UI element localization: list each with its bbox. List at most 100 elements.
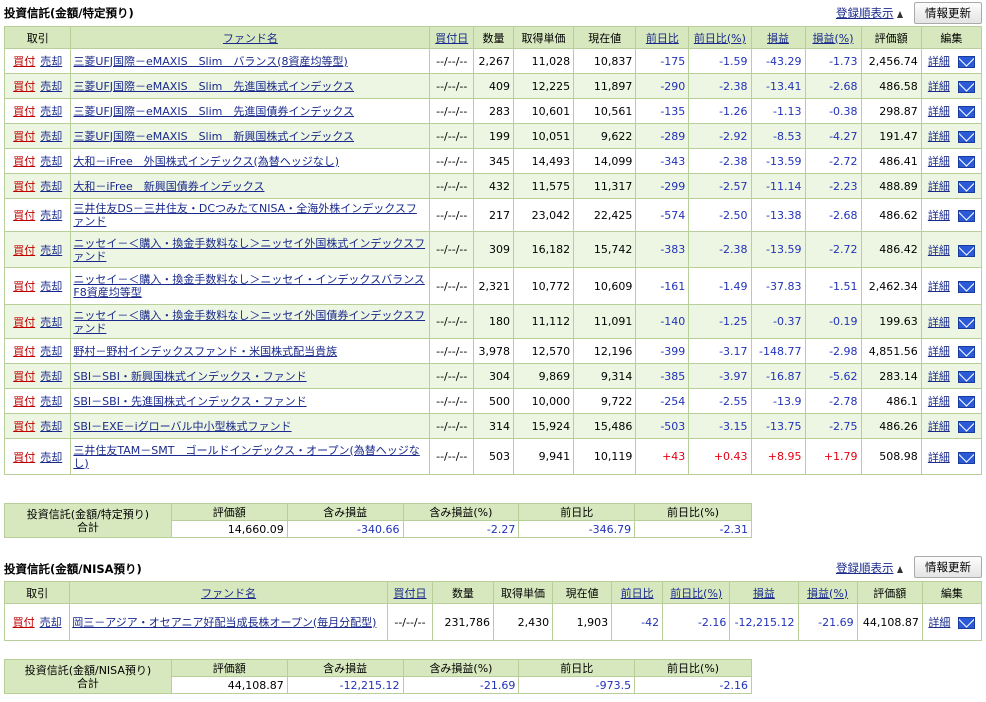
detail-link[interactable]: 詳細	[928, 55, 950, 68]
day-change-pct: -2.57	[688, 173, 752, 199]
buy-link[interactable]: 買付	[13, 345, 35, 358]
fund-name-link[interactable]: 大和－iFree 外国株式インデックス(為替ヘッジなし)	[73, 155, 339, 168]
sell-link[interactable]: 売却	[40, 244, 62, 257]
col-header-fund-name[interactable]: ファンド名	[70, 26, 431, 49]
buy-link[interactable]: 買付	[13, 209, 35, 222]
sell-link[interactable]: 売却	[40, 155, 62, 168]
mail-icon[interactable]	[957, 396, 975, 408]
mail-icon[interactable]	[957, 210, 975, 222]
detail-link[interactable]: 詳細	[928, 420, 950, 433]
mail-icon[interactable]	[957, 106, 975, 118]
mail-icon[interactable]	[957, 421, 975, 433]
fund-name-link[interactable]: ニッセイ－＜購入・換金手数料なし＞ニッセイ外国債券インデックスファンド	[73, 309, 425, 335]
sell-link[interactable]: 売却	[40, 370, 62, 383]
buy-link[interactable]: 買付	[13, 55, 35, 68]
sell-link[interactable]: 売却	[40, 80, 62, 93]
detail-link[interactable]: 詳細	[928, 130, 950, 143]
fund-name-link[interactable]: 三菱UFJ国際－eMAXIS Slim バランス(8資産均等型)	[73, 55, 347, 68]
fund-name-link[interactable]: SBI－SBI・先進国株式インデックス・ファンド	[73, 395, 306, 408]
detail-link[interactable]: 詳細	[928, 395, 950, 408]
fund-name-link[interactable]: ニッセイ－＜購入・換金手数料なし＞ニッセイ・インデックスバランスF8資産均等型	[73, 273, 424, 299]
sell-link[interactable]: 売却	[40, 105, 62, 118]
col-header-profit-pct[interactable]: 損益(%)	[804, 26, 862, 49]
buy-link[interactable]: 買付	[13, 180, 35, 193]
col-header-fund-name[interactable]: ファンド名	[69, 581, 389, 604]
fund-name-link[interactable]: SBI－EXE－iグローバル中小型株式ファンド	[73, 420, 291, 433]
sort-link-label[interactable]: 登録順表示	[836, 6, 894, 20]
sell-link[interactable]: 売却	[40, 395, 62, 408]
fund-name-link[interactable]: 三菱UFJ国際－eMAXIS Slim 先進国債券インデックス	[73, 105, 354, 118]
detail-link[interactable]: 詳細	[928, 244, 950, 257]
mail-icon[interactable]	[957, 346, 975, 358]
col-header-day-change-pct[interactable]: 前日比(%)	[662, 581, 731, 604]
fund-name-link[interactable]: 三菱UFJ国際－eMAXIS Slim 先進国株式インデックス	[73, 80, 354, 93]
section1-sort-link[interactable]: 登録順表示	[836, 5, 903, 21]
mail-icon[interactable]	[957, 281, 975, 293]
buy-link[interactable]: 買付	[13, 155, 35, 168]
detail-link[interactable]: 詳細	[928, 316, 950, 329]
detail-link[interactable]: 詳細	[928, 345, 950, 358]
fund-name-link[interactable]: 三井住友DS－三井住友・DCつみたてNISA・全海外株インデックスファンド	[73, 202, 416, 228]
mail-icon[interactable]	[957, 451, 975, 464]
mail-icon[interactable]	[957, 81, 975, 93]
fund-name-link[interactable]: 野村－野村インデックスファンド・米国株式配当貴族	[73, 345, 337, 358]
fund-name-link[interactable]: 岡三－アジア・オセアニア好配当成長株オープン(毎月分配型)	[72, 616, 376, 629]
mail-icon[interactable]	[958, 617, 976, 629]
mail-icon[interactable]	[957, 371, 975, 383]
col-header-buy-date[interactable]: 買付日	[387, 581, 433, 604]
detail-link[interactable]: 詳細	[928, 180, 950, 193]
sell-link[interactable]: 売却	[40, 451, 62, 464]
buy-link[interactable]: 買付	[13, 316, 35, 329]
buy-link[interactable]: 買付	[13, 616, 35, 629]
sell-link[interactable]: 売却	[40, 420, 62, 433]
sell-link[interactable]: 売却	[40, 209, 62, 222]
fund-name-link[interactable]: 三菱UFJ国際－eMAXIS Slim 新興国株式インデックス	[73, 130, 354, 143]
sell-link[interactable]: 売却	[40, 345, 62, 358]
sort-link-label[interactable]: 登録順表示	[836, 561, 894, 575]
sell-link[interactable]: 売却	[40, 280, 62, 293]
buy-link[interactable]: 買付	[13, 370, 35, 383]
col-header-day-change[interactable]: 前日比	[635, 26, 690, 49]
fund-name-link[interactable]: SBI－SBI・新興国株式インデックス・ファンド	[73, 370, 306, 383]
sell-link[interactable]: 売却	[40, 55, 62, 68]
detail-link[interactable]: 詳細	[928, 209, 950, 222]
fund-name-link[interactable]: 三井住友TAM－SMT ゴールドインデックス・オープン(為替ヘッジなし)	[73, 444, 419, 470]
buy-link[interactable]: 買付	[13, 420, 35, 433]
col-header-profit-pct[interactable]: 損益(%)	[797, 581, 858, 604]
buy-link[interactable]: 買付	[13, 105, 35, 118]
sell-link[interactable]: 売却	[40, 316, 62, 329]
detail-link[interactable]: 詳細	[928, 280, 950, 293]
detail-link[interactable]: 詳細	[928, 155, 950, 168]
mail-icon[interactable]	[957, 316, 975, 329]
buy-date: --/--/--	[429, 73, 475, 99]
section1-refresh-button[interactable]: 情報更新	[914, 2, 982, 24]
sell-link[interactable]: 売却	[40, 130, 62, 143]
col-header-day-change-pct[interactable]: 前日比(%)	[688, 26, 752, 49]
mail-icon[interactable]	[957, 244, 975, 257]
mail-icon[interactable]	[957, 156, 975, 168]
col-header-profit[interactable]: 損益	[750, 26, 806, 49]
detail-link[interactable]: 詳細	[928, 616, 950, 629]
col-header-day-change[interactable]: 前日比	[611, 581, 664, 604]
buy-link[interactable]: 買付	[13, 395, 35, 408]
detail-link[interactable]: 詳細	[928, 370, 950, 383]
mail-icon[interactable]	[957, 181, 975, 193]
buy-link[interactable]: 買付	[13, 80, 35, 93]
sell-link[interactable]: 売却	[40, 616, 62, 629]
detail-link[interactable]: 詳細	[928, 80, 950, 93]
buy-link[interactable]: 買付	[13, 244, 35, 257]
col-header-profit[interactable]: 損益	[729, 581, 799, 604]
detail-link[interactable]: 詳細	[928, 451, 950, 464]
col-header-buy-date[interactable]: 買付日	[429, 26, 475, 49]
fund-name-link[interactable]: 大和－iFree 新興国債券インデックス	[73, 180, 264, 193]
section2-refresh-button[interactable]: 情報更新	[914, 556, 982, 578]
detail-link[interactable]: 詳細	[928, 105, 950, 118]
fund-name-link[interactable]: ニッセイ－＜購入・換金手数料なし＞ニッセイ外国株式インデックスファンド	[73, 237, 425, 263]
buy-link[interactable]: 買付	[13, 451, 35, 464]
buy-link[interactable]: 買付	[13, 130, 35, 143]
section2-sort-link[interactable]: 登録順表示	[836, 560, 903, 576]
buy-link[interactable]: 買付	[13, 280, 35, 293]
sell-link[interactable]: 売却	[40, 180, 62, 193]
mail-icon[interactable]	[957, 131, 975, 143]
mail-icon[interactable]	[957, 56, 975, 68]
